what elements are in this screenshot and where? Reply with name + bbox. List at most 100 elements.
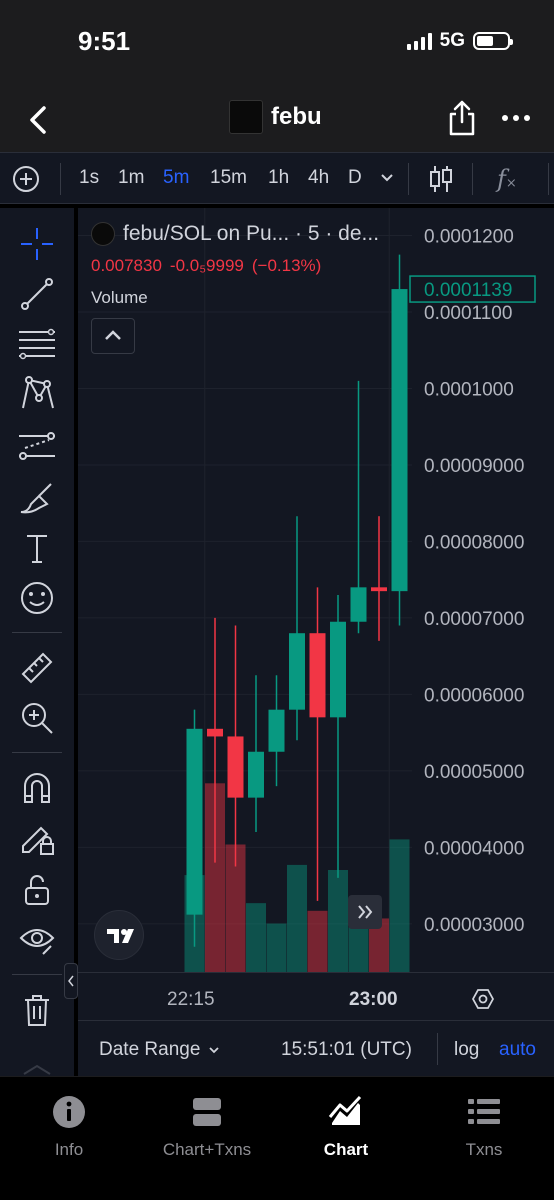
candle-body	[248, 751, 264, 798]
trend-line-icon	[21, 278, 53, 310]
candlestick-icon	[430, 166, 452, 192]
tab-chart[interactable]: Chart	[286, 1095, 406, 1160]
trend-line-tool[interactable]	[17, 274, 57, 314]
timeframe-1m[interactable]: 1m	[118, 167, 144, 189]
emoji-tool[interactable]	[17, 578, 57, 618]
projection-icon	[19, 432, 55, 460]
scroll-to-realtime-button[interactable]	[348, 895, 382, 929]
chart-bottom-bar: Date Range 15:51:01 (UTC) log auto	[78, 1020, 554, 1076]
crosshair-tool[interactable]	[17, 224, 57, 264]
legend-change-pct: (−0.13%)	[251, 256, 322, 275]
delete-drawings-tool[interactable]	[17, 990, 57, 1030]
tools-divider	[12, 632, 62, 633]
share-icon	[449, 100, 475, 136]
legend-symbol[interactable]: febu/SOL on Pu... · 5 · de...	[123, 222, 379, 246]
volume-bar	[246, 903, 266, 972]
date-range-label: Date Range	[99, 1039, 201, 1060]
tab-label: Chart	[323, 1140, 369, 1159]
toolbar-divider	[60, 163, 61, 195]
legend-change: -0.0₅9999	[169, 256, 244, 275]
pattern-tool[interactable]	[17, 374, 57, 414]
y-tick-label: 0.00003000	[424, 915, 524, 936]
y-tick-label: 0.00005000	[424, 762, 524, 783]
y-tick-label: 0.0001200	[424, 227, 514, 248]
timeframe-dropdown[interactable]	[380, 171, 394, 183]
log-scale-toggle[interactable]: log	[454, 1039, 479, 1061]
chart-settings-button[interactable]	[471, 988, 495, 1010]
chevron-down-icon	[381, 174, 393, 182]
y-tick-label: 0.00007000	[424, 609, 524, 630]
utc-clock[interactable]: 15:51:01 (UTC)	[281, 1039, 412, 1061]
legend-last-price: 0.007830	[91, 256, 162, 275]
date-range-button[interactable]: Date Range	[99, 1039, 220, 1061]
legend-volume[interactable]: Volume	[91, 288, 148, 308]
tab-bar: Info Chart+Txns Chart Txns	[0, 1076, 554, 1200]
candlestick-chart[interactable]: 0.0001200 0.0001100 0.0001000 0.00009000 0.0…	[78, 208, 554, 972]
back-button[interactable]	[20, 100, 56, 140]
fib-tool[interactable]	[17, 324, 57, 364]
timeframe-5m[interactable]: 5m	[163, 167, 189, 189]
text-tool[interactable]	[17, 528, 57, 568]
candle-body	[268, 709, 285, 752]
candle-body	[391, 289, 408, 592]
ruler-icon	[21, 652, 53, 684]
status-indicators: 5G	[406, 30, 513, 52]
time-axis[interactable]: 22:15 23:00	[78, 972, 554, 1020]
zoom-in-icon	[22, 703, 53, 734]
signal-icon	[406, 32, 432, 50]
chevron-up-icon	[23, 1064, 51, 1075]
indicators-button[interactable]: f×	[497, 165, 517, 193]
horizontal-lines-icon	[19, 328, 55, 360]
more-button[interactable]	[500, 104, 532, 132]
auto-scale-toggle[interactable]: auto	[499, 1039, 536, 1061]
collapse-toolbar-button[interactable]	[64, 963, 78, 999]
tab-info[interactable]: Info	[9, 1095, 129, 1160]
tab-txns[interactable]: Txns	[424, 1095, 544, 1160]
tools-divider	[12, 752, 62, 753]
chart-toolbar: 1s 1m 5m 15m 1h 4h D f×	[0, 152, 554, 204]
lock-drawings-tool[interactable]	[17, 818, 57, 858]
chart-icon	[328, 1095, 362, 1125]
tradingview-logo[interactable]	[94, 910, 144, 960]
magnet-tool[interactable]	[17, 768, 57, 808]
more-icon	[502, 115, 530, 121]
volume-bar	[266, 923, 287, 972]
settings-hexagon-icon	[471, 989, 495, 1009]
share-button[interactable]	[446, 98, 478, 138]
scroll-up-hint	[0, 1062, 74, 1076]
projection-tool[interactable]	[17, 426, 57, 466]
legend-prices: 0.007830 -0.0₅9999 (−0.13%)	[91, 256, 321, 276]
toolbar-divider	[548, 163, 549, 195]
status-bar: 9:51 5G	[0, 0, 554, 88]
tools-divider	[12, 974, 62, 975]
lock-tool[interactable]	[17, 870, 57, 910]
timeframe-1s[interactable]: 1s	[79, 167, 99, 189]
timeframe-d[interactable]: D	[348, 167, 362, 189]
bottom-divider	[437, 1033, 438, 1065]
candle-body	[371, 587, 387, 592]
drawing-toolbar	[0, 208, 74, 1078]
volume-bar	[328, 870, 348, 972]
token-avatar	[91, 222, 115, 246]
volume-bar	[287, 864, 307, 972]
trash-icon	[25, 995, 49, 1026]
add-symbol-button[interactable]	[12, 165, 40, 193]
tab-chart-txns[interactable]: Chart+Txns	[147, 1095, 267, 1160]
brush-tool[interactable]	[17, 478, 57, 518]
token-title: febu	[229, 100, 322, 134]
toolbar-divider	[472, 163, 473, 195]
timeframe-1h[interactable]: 1h	[268, 167, 289, 189]
candle-body	[289, 633, 305, 710]
tradingview-icon	[107, 929, 134, 943]
timeframe-4h[interactable]: 4h	[308, 167, 329, 189]
legend-collapse-button[interactable]	[91, 318, 135, 354]
timeframe-15m[interactable]: 15m	[210, 167, 247, 189]
chart-pane[interactable]: 0.0001200 0.0001100 0.0001000 0.00009000 0.0…	[78, 208, 554, 1020]
chart-legend: febu/SOL on Pu... · 5 · de...	[91, 222, 379, 246]
zoom-tool[interactable]	[17, 698, 57, 738]
chart-type-button[interactable]	[429, 163, 453, 195]
visibility-tool[interactable]	[17, 920, 57, 960]
chevron-left-icon	[30, 106, 46, 134]
measure-tool[interactable]	[17, 648, 57, 688]
page-title: febu	[271, 103, 322, 130]
